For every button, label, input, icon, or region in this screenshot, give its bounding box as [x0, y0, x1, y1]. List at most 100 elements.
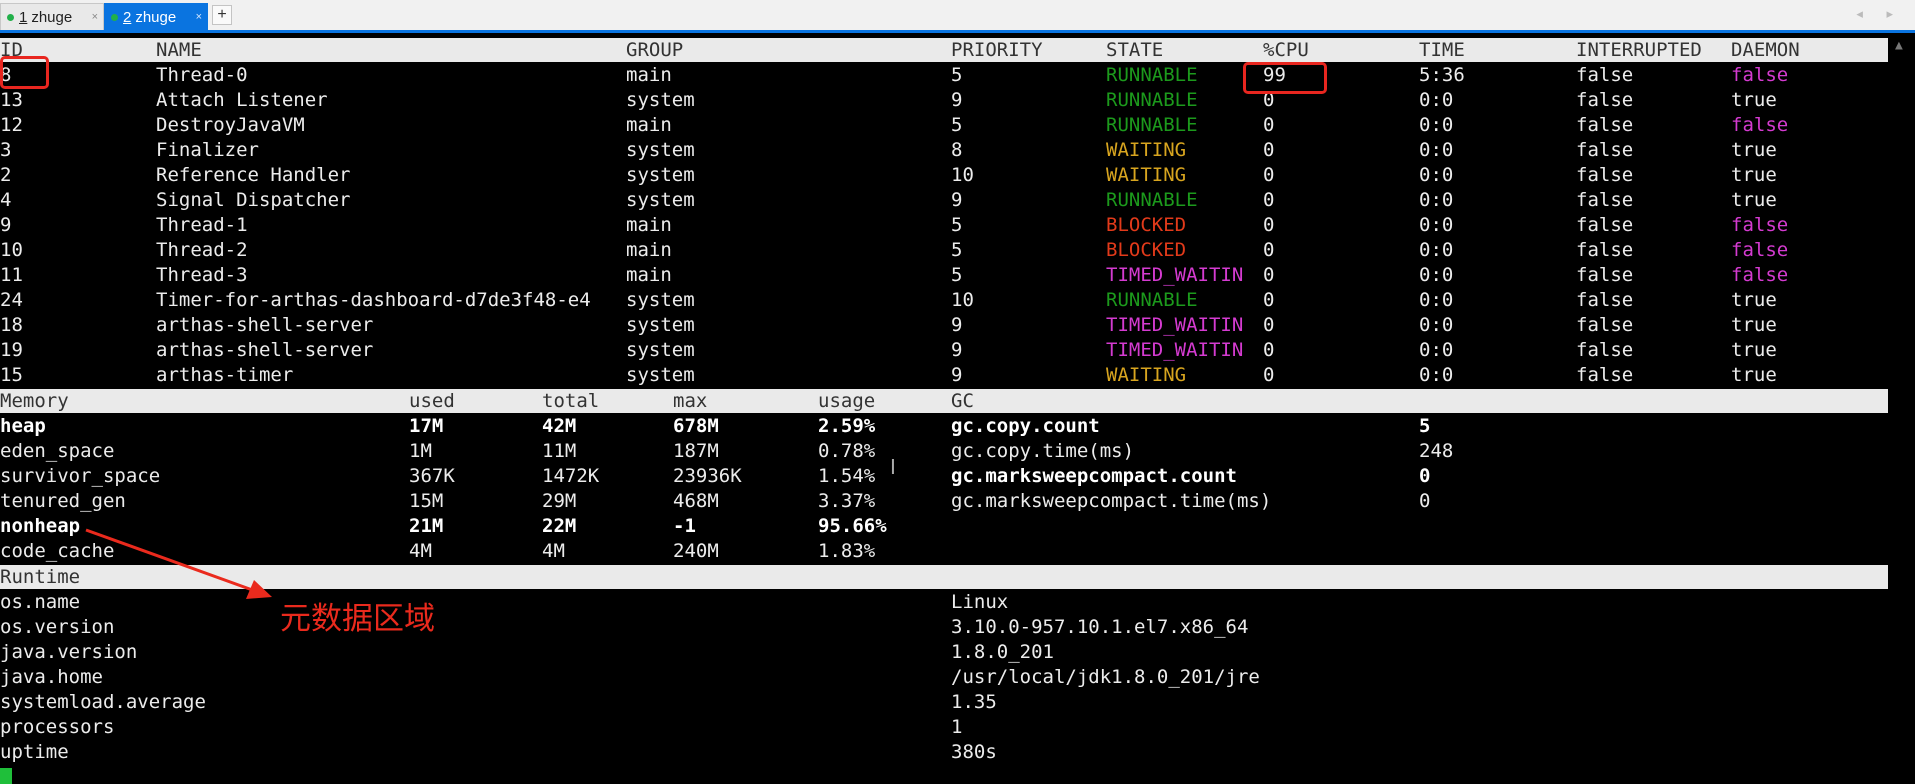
- thread-cell-priority: 5: [951, 239, 963, 261]
- memory-table-header: Memory used total max usage GC: [0, 389, 1888, 413]
- column-header-name: Memory: [0, 390, 69, 412]
- thread-cell-state: RUNNABLE: [1106, 89, 1198, 111]
- thread-cell-interrupted: false: [1576, 164, 1634, 186]
- highlight-box-cpu: [1243, 62, 1327, 94]
- thread-cell-group: system: [626, 189, 695, 211]
- tab-session-2[interactable]: 2 zhuge ×: [104, 3, 208, 30]
- runtime-value: 1: [951, 716, 963, 738]
- highlight-box-id: [0, 56, 49, 89]
- thread-cell-daemon: true: [1731, 339, 1777, 361]
- memory-cell-name: nonheap: [0, 515, 81, 537]
- runtime-header: Runtime: [0, 565, 1888, 589]
- thread-cell-priority: 5: [951, 114, 963, 136]
- thread-cell-time: 0:0: [1419, 264, 1454, 286]
- tab-scroll-arrows[interactable]: ◂ ▸: [1856, 6, 1903, 22]
- memory-cell-name: heap: [0, 415, 46, 437]
- tab-underline: [0, 30, 1915, 33]
- thread-cell-group: system: [626, 164, 695, 186]
- memory-cell-gc_name: gc.copy.count: [951, 415, 1100, 437]
- column-header-group: GROUP: [626, 39, 684, 61]
- memory-cell-max: 678M: [673, 415, 719, 437]
- thread-cell-name: Signal Dispatcher: [156, 189, 351, 211]
- memory-cell-max: -1: [673, 515, 696, 537]
- scrollbar[interactable]: ▲: [1888, 34, 1915, 784]
- column-header-usage: usage: [818, 390, 876, 412]
- thread-cell-state: BLOCKED: [1106, 214, 1187, 236]
- thread-cell-time: 0:0: [1419, 314, 1454, 336]
- thread-cell-interrupted: false: [1576, 289, 1634, 311]
- memory-cell-total: 11M: [542, 440, 577, 462]
- tab-label: zhuge: [135, 9, 177, 26]
- memory-cell-total: 4M: [542, 540, 565, 562]
- thread-cell-group: system: [626, 364, 695, 386]
- memory-cell-max: 240M: [673, 540, 719, 562]
- thread-cell-id: 9: [0, 214, 12, 236]
- thread-cell-priority: 9: [951, 339, 963, 361]
- thread-cell-state: BLOCKED: [1106, 239, 1187, 261]
- mouse-ibeam-cursor: I: [890, 455, 896, 479]
- thread-cell-group: main: [626, 64, 672, 86]
- memory-cell-gc_value: 5: [1419, 415, 1431, 437]
- memory-cell-gc_name: gc.marksweepcompact.time(ms): [951, 490, 1272, 512]
- runtime-value: /usr/local/jdk1.8.0_201/jre: [951, 666, 1260, 688]
- runtime-key: java.home: [0, 666, 103, 688]
- column-header-gc_name: GC: [951, 390, 974, 412]
- thread-cell-time: 0:0: [1419, 89, 1454, 111]
- column-header-cpu: %CPU: [1263, 39, 1309, 61]
- thread-cell-state: RUNNABLE: [1106, 114, 1198, 136]
- thread-cell-state: WAITING: [1106, 164, 1187, 186]
- memory-cell-gc_name: gc.copy.time(ms): [951, 440, 1135, 462]
- thread-cell-time: 0:0: [1419, 239, 1454, 261]
- thread-cell-priority: 10: [951, 289, 974, 311]
- thread-cell-priority: 5: [951, 64, 963, 86]
- memory-cell-used: 17M: [409, 415, 444, 437]
- thread-cell-state: RUNNABLE: [1106, 189, 1198, 211]
- thread-cell-interrupted: false: [1576, 189, 1634, 211]
- thread-cell-time: 0:0: [1419, 164, 1454, 186]
- memory-cell-max: 468M: [673, 490, 719, 512]
- memory-cell-used: 15M: [409, 490, 444, 512]
- thread-cell-daemon: true: [1731, 289, 1777, 311]
- thread-cell-name: DestroyJavaVM: [156, 114, 305, 136]
- thread-table-header: ID NAME GROUP PRIORITY STATE %CPU TIME INTERRUP…: [0, 38, 1888, 62]
- runtime-title: Runtime: [0, 566, 81, 588]
- thread-cell-daemon: true: [1731, 89, 1777, 111]
- thread-cell-priority: 8: [951, 139, 963, 161]
- tab-session-1[interactable]: 1 zhuge ×: [0, 3, 104, 30]
- close-icon[interactable]: ×: [196, 4, 202, 31]
- thread-cell-id: 11: [0, 264, 23, 286]
- thread-cell-id: 10: [0, 239, 23, 261]
- thread-cell-priority: 5: [951, 214, 963, 236]
- thread-cell-interrupted: false: [1576, 139, 1634, 161]
- thread-cell-time: 0:0: [1419, 189, 1454, 211]
- annotation-label: 元数据区域: [280, 601, 435, 637]
- thread-cell-cpu: 0: [1263, 214, 1275, 236]
- add-tab-button[interactable]: +: [212, 5, 232, 25]
- close-icon[interactable]: ×: [92, 4, 98, 31]
- thread-cell-interrupted: false: [1576, 314, 1634, 336]
- thread-cell-daemon: true: [1731, 164, 1777, 186]
- scroll-up-arrow-icon[interactable]: ▲: [1895, 38, 1903, 53]
- thread-cell-cpu: 0: [1263, 314, 1275, 336]
- runtime-key: processors: [0, 716, 115, 738]
- thread-cell-cpu: 0: [1263, 239, 1275, 261]
- memory-cell-total: 1472K: [542, 465, 600, 487]
- thread-cell-state: TIMED_WAITIN: [1106, 339, 1244, 361]
- thread-cell-cpu: 0: [1263, 289, 1275, 311]
- column-header-interrupted: INTERRUPTED: [1576, 39, 1702, 61]
- thread-cell-time: 0:0: [1419, 339, 1454, 361]
- column-header-name: NAME: [156, 39, 202, 61]
- thread-cell-cpu: 0: [1263, 364, 1275, 386]
- runtime-value: 3.10.0-957.10.1.el7.x86_64: [951, 616, 1249, 638]
- memory-cell-gc_value: 248: [1419, 440, 1454, 462]
- thread-cell-daemon: false: [1731, 114, 1789, 136]
- memory-cell-name: code_cache: [0, 540, 115, 562]
- runtime-key: uptime: [0, 741, 69, 763]
- thread-cell-interrupted: false: [1576, 339, 1634, 361]
- thread-cell-group: system: [626, 289, 695, 311]
- thread-cell-id: 3: [0, 139, 12, 161]
- thread-cell-interrupted: false: [1576, 364, 1634, 386]
- thread-cell-id: 18: [0, 314, 23, 336]
- thread-cell-interrupted: false: [1576, 89, 1634, 111]
- thread-cell-group: main: [626, 214, 672, 236]
